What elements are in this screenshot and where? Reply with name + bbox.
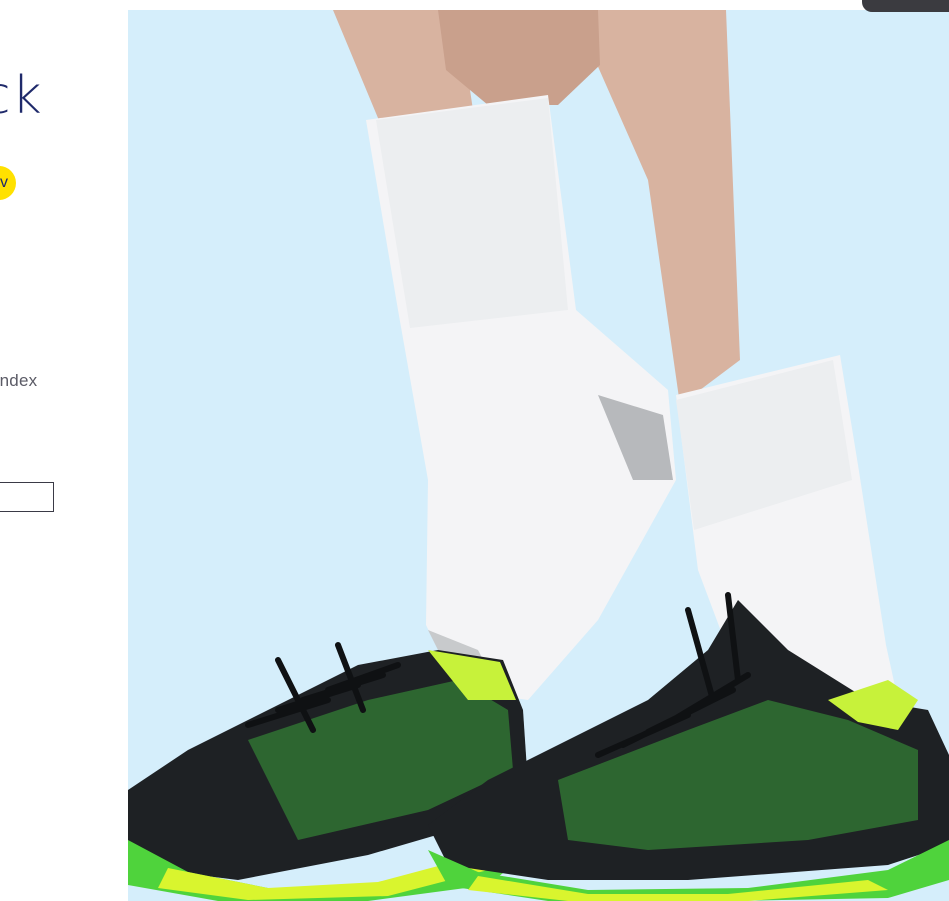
left-sock-ribbing [376,98,568,328]
size-select[interactable] [0,482,54,512]
new-badge: v [0,166,16,200]
product-title: ck [0,66,43,126]
product-info-panel: ck v andex [0,0,128,901]
material-description: andex [0,371,38,390]
socks-on-feet-illustration [128,10,949,901]
top-tab-handle[interactable] [862,0,949,12]
product-hero-image [128,10,949,901]
